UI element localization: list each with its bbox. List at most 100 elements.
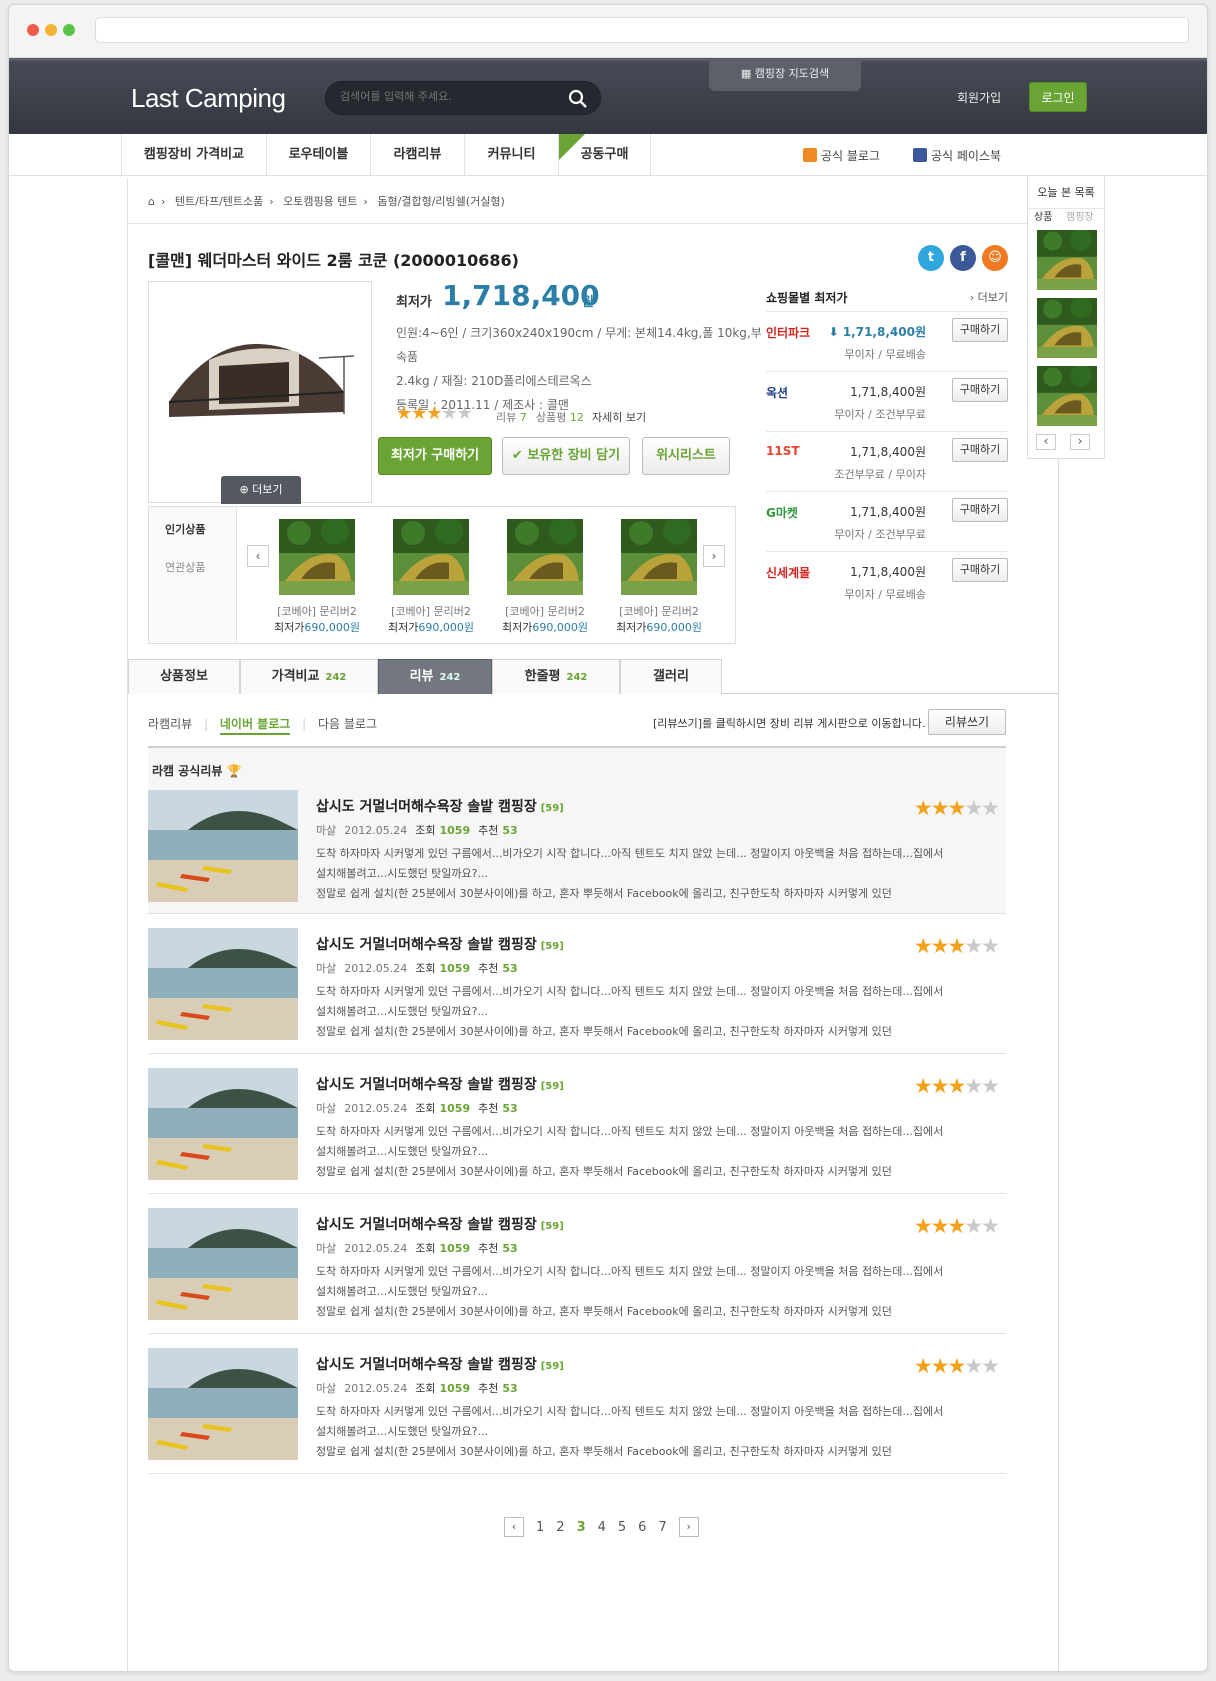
search-input[interactable] [340,90,560,103]
site-logo[interactable]: Last Camping [131,83,286,114]
page-number[interactable]: 2 [556,1520,564,1535]
shop-logo[interactable]: G마켓 [766,504,798,521]
subtab-daum[interactable]: 다음 블로그 [318,717,377,731]
nav-item-price-compare[interactable]: 캠핑장비 가격비교 [121,134,267,176]
address-bar[interactable] [95,17,1189,43]
shop-logo[interactable]: 신세계몰 [766,564,810,581]
tab-reviews[interactable]: 리뷰 242 [378,659,492,694]
review-title[interactable]: 삽시도 거멀너머해수욕장 솔밭 캠핑장 [59] [316,1354,564,1374]
related-prev-arrow-icon[interactable]: ‹ [247,545,269,567]
recent-thumbnail[interactable] [1036,364,1098,426]
maximize-dot-icon[interactable] [63,24,75,36]
join-link[interactable]: 회원가입 [957,89,1001,106]
tab-gallery[interactable]: 갤러리 [620,659,722,694]
tab-one-line[interactable]: 한줄평 242 [492,659,620,694]
home-icon[interactable]: ⌂ [148,195,155,208]
subtab-naver[interactable]: 네이버 블로그 [219,717,291,735]
related-item-image[interactable] [279,517,355,595]
recent-next-arrow-icon[interactable]: › [1070,434,1090,450]
buy-lowest-button[interactable]: 최저가 구매하기 [378,437,492,475]
me2day-share-icon[interactable]: ☺ [982,245,1008,271]
review-title[interactable]: 삽시도 거멀너머해수욕장 솔밭 캠핑장 [59] [316,1074,564,1094]
search-box[interactable] [325,81,601,115]
write-review-button[interactable]: 리뷰쓰기 [928,709,1006,735]
related-item-name[interactable]: [코베아] 문리버2 [267,603,367,619]
close-dot-icon[interactable] [27,24,39,36]
tab-product-info[interactable]: 상품정보 [128,659,240,694]
facebook-share-icon[interactable]: f [950,245,976,271]
review-title[interactable]: 삽시도 거멀너머해수욕장 솔밭 캠핑장 [59] [316,934,564,954]
tab-popular[interactable]: 인기상품 [165,521,205,537]
recent-tab-products[interactable]: 상품 [1030,204,1056,227]
buy-button[interactable]: 구매하기 [952,558,1008,582]
shop-logo[interactable]: 옥션 [766,384,788,401]
image-more-button[interactable]: ⊕ 더보기 [221,476,301,504]
page-number[interactable]: 1 [536,1520,544,1535]
review-count-link[interactable]: 리뷰 7 [496,409,527,425]
buy-button[interactable]: 구매하기 [952,318,1008,342]
related-item[interactable]: [코베아] 문리버2 최저가690,000원 [381,517,481,635]
page-number[interactable]: 7 [658,1520,666,1535]
related-item-image[interactable] [393,517,469,595]
buy-button[interactable]: 구매하기 [952,378,1008,402]
review-thumbnail[interactable] [148,1208,298,1320]
breadcrumb-item[interactable]: 돔형/결합형/리빙쉘(거실형) [377,195,504,208]
review-thumbnail[interactable] [148,1348,298,1460]
review-title[interactable]: 삽시도 거멀너머해수욕장 솔밭 캠핑장 [59] [316,796,564,816]
detail-link[interactable]: 자세히 보기 [592,409,646,425]
search-icon[interactable] [568,89,588,109]
recent-thumbnail[interactable] [1036,228,1098,290]
review-item[interactable]: 삽시도 거멀너머해수욕장 솔밭 캠핑장 [59] 마살 2012.05.24 조회 105… [148,1194,1006,1334]
review-title[interactable]: 삽시도 거멀너머해수욕장 솔밭 캠핑장 [59] [316,1214,564,1234]
twitter-icon[interactable]: t [918,245,944,271]
review-item[interactable]: 삽시도 거멀너머해수욕장 솔밭 캠핑장 [59] 마살 2012.05.24 조회 105… [148,786,1006,914]
page-number[interactable]: 3 [577,1520,586,1535]
buy-button[interactable]: 구매하기 [952,498,1008,522]
blog-link[interactable]: 공식 블로그 [803,147,880,164]
related-item[interactable]: [코베아] 문리버2 최저가690,000원 [495,517,595,635]
product-image[interactable]: ⊕ 더보기 [148,281,372,504]
related-item-name[interactable]: [코베아] 문리버2 [495,603,595,619]
page-number[interactable]: 6 [638,1520,646,1535]
comment-count-link[interactable]: 상품평 12 [536,409,584,425]
add-owned-button[interactable]: ✔ 보유한 장비 담기 [502,437,630,475]
review-thumbnail[interactable] [148,790,298,902]
map-search-tab[interactable]: ▦ 캠핑장 지도검색 [709,61,861,91]
tab-related[interactable]: 연관상품 [165,559,205,575]
review-item[interactable]: 삽시도 거멀너머해수욕장 솔밭 캠핑장 [59] 마살 2012.05.24 조회 105… [148,1334,1006,1474]
related-item-name[interactable]: [코베아] 문리버2 [609,603,709,619]
related-item[interactable]: [코베아] 문리버2 최저가690,000원 [609,517,709,635]
breadcrumb-item[interactable]: 오토캠핑용 텐트 [283,195,357,208]
nav-item-reviews[interactable]: 라캠리뷰 [371,134,465,176]
shop-more-link[interactable]: › 더보기 [970,289,1008,305]
minimize-dot-icon[interactable] [45,24,57,36]
related-item[interactable]: [코베아] 문리버2 최저가690,000원 [267,517,367,635]
related-item-image[interactable] [507,517,583,595]
review-item[interactable]: 삽시도 거멀너머해수욕장 솔밭 캠핑장 [59] 마살 2012.05.24 조회 105… [148,914,1006,1054]
breadcrumb-item[interactable]: 텐트/타프/텐트소품 [175,195,263,208]
subtab-lacamp[interactable]: 라캠리뷰 [148,717,192,731]
review-thumbnail[interactable] [148,928,298,1040]
related-item-name[interactable]: [코베아] 문리버2 [381,603,481,619]
tab-price-compare[interactable]: 가격비교 242 [240,659,378,694]
buy-button[interactable]: 구매하기 [952,438,1008,462]
review-thumbnail[interactable] [148,1068,298,1180]
shop-logo[interactable]: 인터파크 [766,324,810,341]
next-page-arrow-icon[interactable]: › [678,1517,699,1537]
recent-tab-campsites[interactable]: 캠핑장 [1062,204,1098,227]
shop-logo[interactable]: 11ST [766,444,800,458]
nav-item-group-buy[interactable]: NEW 공동구매 [559,134,651,176]
nav-item-low-table[interactable]: 로우테이블 [267,134,371,176]
prev-page-arrow-icon[interactable]: ‹ [504,1517,524,1537]
review-item[interactable]: 삽시도 거멀너머해수욕장 솔밭 캠핑장 [59] 마살 2012.05.24 조회 105… [148,1054,1006,1194]
wishlist-button[interactable]: 위시리스트 [642,437,730,475]
page-number[interactable]: 5 [618,1520,626,1535]
recent-prev-arrow-icon[interactable]: ‹ [1036,434,1056,450]
related-item-image[interactable] [621,517,697,595]
nav-item-community[interactable]: 커뮤니티 [465,134,559,176]
facebook-link[interactable]: 공식 페이스북 [913,147,1001,164]
review-rating: ★★★★★ [914,1354,1000,1378]
login-button[interactable]: 로그인 [1029,82,1087,112]
page-number[interactable]: 4 [598,1520,606,1535]
recent-thumbnail[interactable] [1036,296,1098,358]
